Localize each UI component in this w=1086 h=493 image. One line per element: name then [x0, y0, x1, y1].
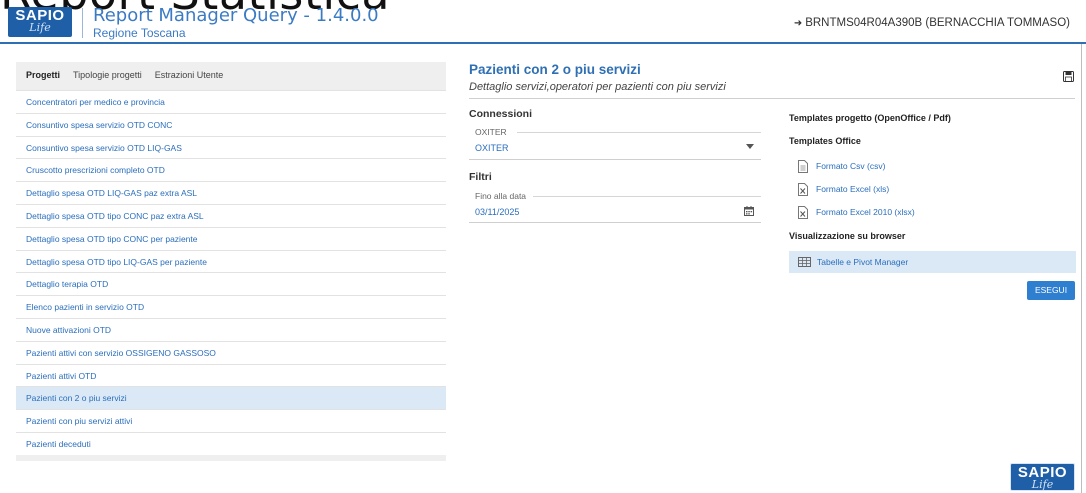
report-description: Dettaglio servizi,operatori per pazienti… — [469, 81, 726, 93]
list-item[interactable]: Concentratori per medico e provincia — [16, 90, 446, 113]
connessioni-heading: Connessioni — [469, 108, 533, 120]
divider — [469, 98, 1075, 99]
list-item[interactable]: Dettaglio spesa OTD LIQ-GAS paz extra AS… — [16, 181, 446, 204]
app-title: Report Manager Query - 1.4.0.0 — [93, 5, 379, 26]
pivot-manager-label: Tabelle e Pivot Manager — [817, 257, 909, 267]
date-value: 03/11/2025 — [475, 207, 520, 217]
template-label: Formato Excel (xls) — [816, 184, 890, 194]
field-underline — [469, 222, 761, 223]
tab-progetti[interactable]: Progetti — [26, 70, 60, 80]
list-item[interactable]: Cruscotto prescrizioni completo OTD — [16, 158, 446, 182]
list-item[interactable]: Dettaglio spesa OTD tipo LIQ-GAS per paz… — [16, 249, 446, 273]
report-title: Pazienti con 2 o piu servizi — [469, 62, 641, 77]
table-icon — [798, 257, 811, 267]
list-item[interactable]: Dettaglio terapia OTD — [16, 272, 446, 296]
app-subtitle: Regione Toscana — [93, 26, 186, 40]
tab-estrazioni-utente[interactable]: Estrazioni Utente — [155, 70, 224, 80]
excel-file-icon — [798, 182, 808, 196]
user-name: BRNTMS04R04A390B (BERNACCHIA TOMMASO) — [805, 17, 1070, 29]
visualizzazione-heading: Visualizzazione su browser — [789, 231, 906, 241]
list-item[interactable]: Dettaglio spesa OTD tipo CONC per pazien… — [16, 226, 446, 250]
template-label: Formato Csv (csv) — [816, 161, 886, 171]
scrollbar[interactable] — [1081, 44, 1082, 493]
list-item[interactable]: Pazienti attivi OTD — [16, 363, 446, 387]
filtri-heading: Filtri — [469, 171, 492, 183]
header-divider — [82, 8, 83, 38]
template-csv[interactable]: Formato Csv (csv) — [798, 158, 885, 174]
connection-select[interactable]: OXITER OXITER — [469, 127, 761, 160]
calendar-icon[interactable] — [744, 206, 754, 216]
connection-value: OXITER — [475, 143, 509, 153]
app-header: SAPIO Life Report Manager Query - 1.4.0.… — [0, 0, 1086, 44]
list-item[interactable]: Consuntivo spesa servizio OTD CONC — [16, 112, 446, 136]
field-underline — [469, 159, 761, 160]
list-item[interactable]: Pazienti deceduti — [16, 431, 446, 455]
template-xls[interactable]: Formato Excel (xls) — [798, 181, 889, 197]
projects-panel: Progetti Tipologie progetti Estrazioni U… — [16, 62, 446, 461]
user-info[interactable]: ➜ BRNTMS04R04A390B (BERNACCHIA TOMMASO) — [794, 17, 1070, 29]
pivot-manager-link[interactable]: Tabelle e Pivot Manager — [789, 251, 1076, 273]
tab-tipologie-progetti[interactable]: Tipologie progetti — [73, 70, 142, 80]
templates-progetto-heading: Templates progetto (OpenOffice / Pdf) — [789, 113, 951, 123]
sign-in-icon: ➜ — [793, 18, 803, 29]
list-item-selected[interactable]: Pazienti con 2 o piu servizi — [16, 386, 446, 410]
template-xlsx[interactable]: Formato Excel 2010 (xlsx) — [798, 204, 915, 220]
floppy-disk-icon[interactable] — [1063, 71, 1074, 82]
projects-list: Concentratori per medico e provincia Con… — [16, 90, 446, 455]
list-item[interactable]: Dettaglio spesa OTD tipo CONC paz extra … — [16, 203, 446, 227]
list-item[interactable]: Consuntivo spesa servizio OTD LIQ-GAS — [16, 135, 446, 159]
sapio-logo: SAPIO Life — [8, 7, 72, 37]
list-item[interactable]: Elenco pazienti in servizio OTD — [16, 295, 446, 318]
field-border — [517, 132, 761, 133]
list-item[interactable]: Nuove attivazioni OTD — [16, 317, 446, 341]
templates-office-heading: Templates Office — [789, 136, 861, 146]
date-field[interactable]: Fino alla data 03/11/2025 — [469, 191, 761, 223]
esegui-button[interactable]: ESEGUI — [1027, 281, 1075, 300]
project-tabs: Progetti Tipologie progetti Estrazioni U… — [16, 62, 446, 86]
template-label: Formato Excel 2010 (xlsx) — [816, 207, 915, 217]
excel-file-icon — [798, 205, 808, 219]
sapio-logo-footer: SAPIO Life — [1010, 463, 1075, 491]
csv-file-icon — [798, 159, 808, 173]
chevron-down-icon[interactable] — [746, 144, 754, 149]
field-border — [533, 196, 761, 197]
list-item[interactable]: Pazienti attivi con servizio OSSIGENO GA… — [16, 340, 446, 364]
list-item[interactable]: Pazienti con piu servizi attivi — [16, 409, 446, 432]
